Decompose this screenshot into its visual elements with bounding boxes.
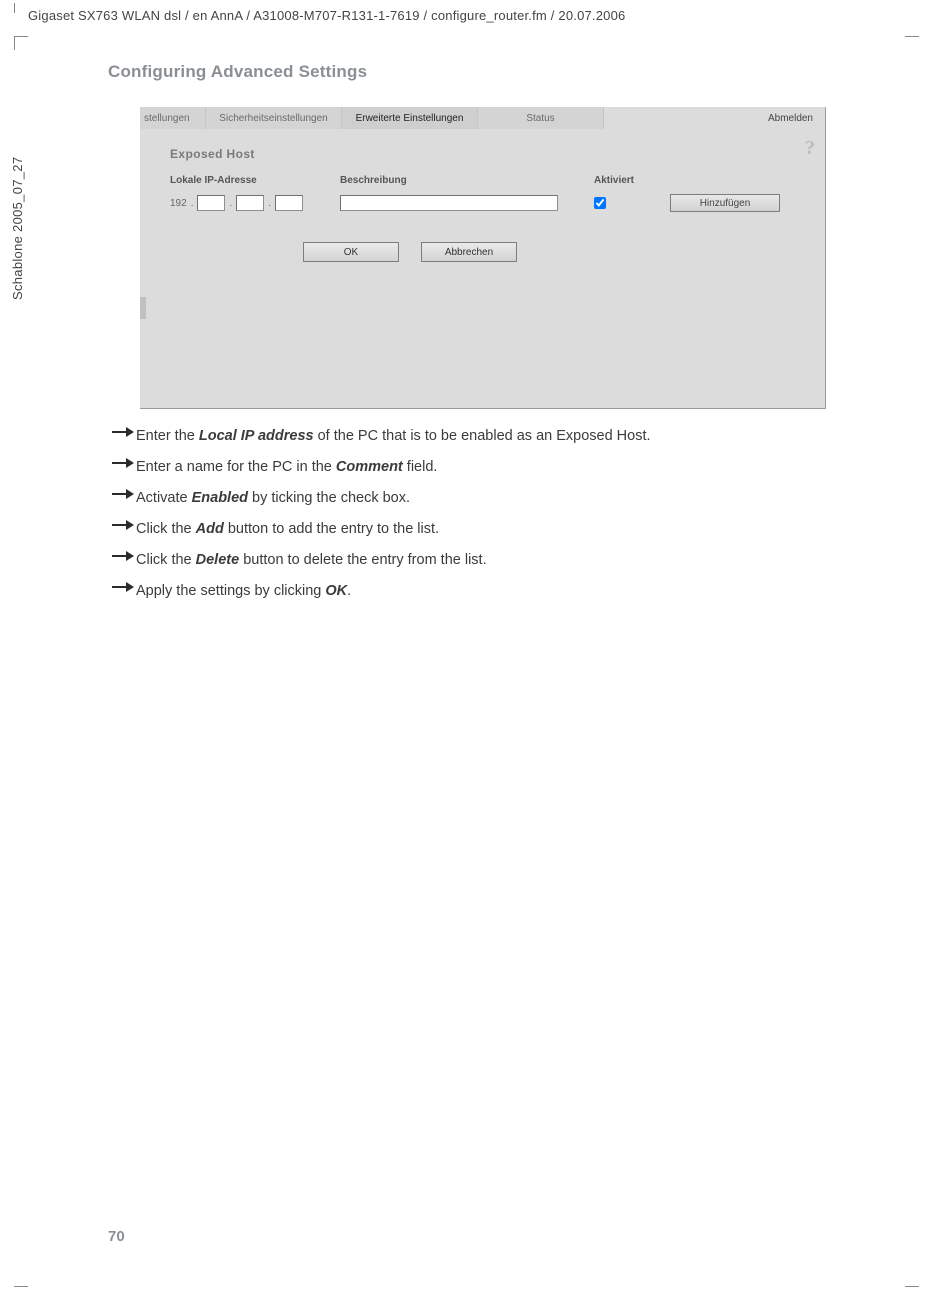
- ip-octet-4[interactable]: [275, 195, 303, 211]
- ip-octet-3[interactable]: [236, 195, 264, 211]
- help-icon[interactable]: ?: [805, 137, 815, 160]
- arrow-right-icon: [112, 457, 136, 471]
- crop-mark: [905, 1286, 919, 1287]
- crop-mark: [905, 36, 919, 37]
- page-number: 70: [108, 1228, 125, 1245]
- instruction-text: Activate Enabled by ticking the check bo…: [136, 488, 832, 509]
- tab-bar: stellungen Sicherheitseinstellungen Erwe…: [140, 107, 825, 129]
- panel-section-title: Exposed Host: [170, 147, 803, 161]
- label-local-ip: Lokale IP-Adresse: [170, 175, 340, 186]
- instruction-item: Enter a name for the PC in the Comment f…: [112, 457, 832, 478]
- arrow-right-icon: [112, 488, 136, 502]
- page-title: Configuring Advanced Settings: [108, 62, 367, 82]
- template-label: Schablone 2005_07_27: [10, 157, 25, 300]
- instruction-text: Enter a name for the PC in the Comment f…: [136, 457, 832, 478]
- cancel-button[interactable]: Abbrechen: [421, 242, 517, 262]
- crop-mark: [14, 36, 28, 50]
- description-input[interactable]: [340, 195, 558, 211]
- tab-advanced-settings[interactable]: Erweiterte Einstellungen: [342, 107, 478, 129]
- arrow-right-icon: [112, 581, 136, 595]
- tab-security-settings[interactable]: Sicherheitseinstellungen: [206, 107, 342, 129]
- ip-octet-2[interactable]: [197, 195, 225, 211]
- instruction-item: Apply the settings by clicking OK.: [112, 581, 832, 602]
- instruction-item: Click the Delete button to delete the en…: [112, 550, 832, 571]
- scrollbar-stub: [140, 297, 146, 319]
- crop-tick: [14, 3, 15, 13]
- instruction-text: Apply the settings by clicking OK.: [136, 581, 832, 602]
- arrow-right-icon: [112, 519, 136, 533]
- label-description: Beschreibung: [340, 175, 594, 186]
- arrow-right-icon: [112, 550, 136, 564]
- add-button[interactable]: Hinzufügen: [670, 194, 780, 212]
- config-screenshot-panel: stellungen Sicherheitseinstellungen Erwe…: [140, 107, 826, 409]
- crop-mark: [14, 1286, 28, 1287]
- tab-status[interactable]: Status: [478, 107, 604, 129]
- arrow-right-icon: [112, 426, 136, 440]
- instruction-text: Click the Delete button to delete the en…: [136, 550, 832, 571]
- instruction-item: Enter the Local IP address of the PC tha…: [112, 426, 832, 447]
- instruction-text: Click the Add button to add the entry to…: [136, 519, 832, 540]
- instruction-item: Click the Add button to add the entry to…: [112, 519, 832, 540]
- logout-link[interactable]: Abmelden: [768, 113, 825, 124]
- instruction-text: Enter the Local IP address of the PC tha…: [136, 426, 832, 447]
- document-path: Gigaset SX763 WLAN dsl / en AnnA / A3100…: [28, 8, 625, 23]
- activated-checkbox[interactable]: [594, 197, 606, 209]
- instruction-item: Activate Enabled by ticking the check bo…: [112, 488, 832, 509]
- instruction-list: Enter the Local IP address of the PC tha…: [112, 426, 832, 612]
- ok-button[interactable]: OK: [303, 242, 399, 262]
- ip-input-group: 192. . .: [170, 195, 340, 211]
- label-activated: Aktiviert: [594, 175, 670, 186]
- tab-settings-partial[interactable]: stellungen: [140, 107, 206, 129]
- ip-first-octet: 192: [170, 198, 187, 209]
